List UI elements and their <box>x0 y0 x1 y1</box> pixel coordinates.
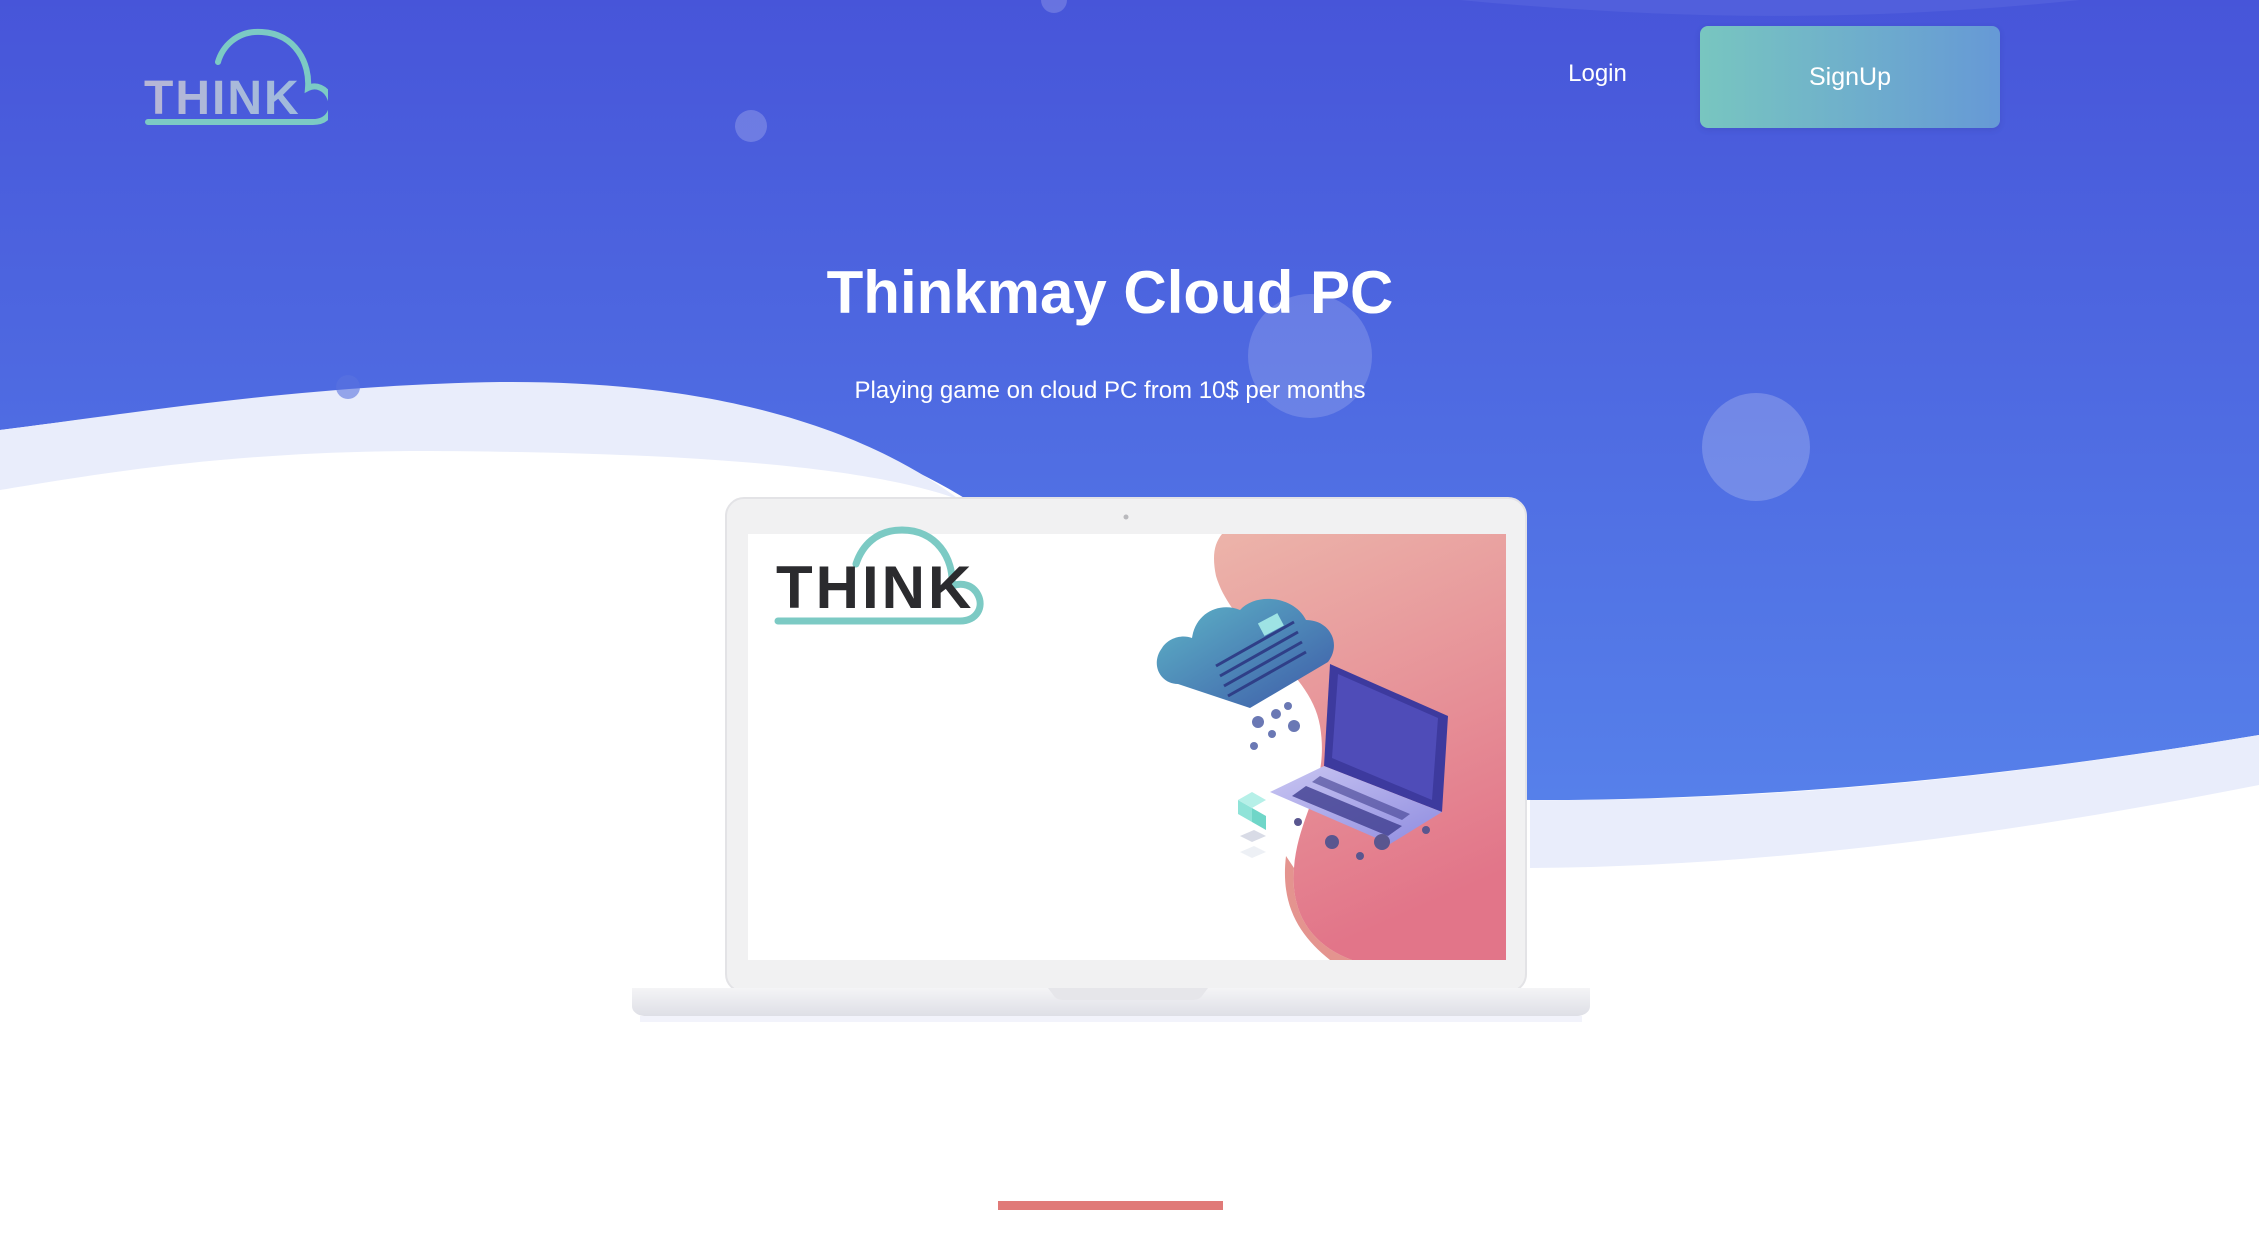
signup-button[interactable]: SignUp <box>1700 26 2000 128</box>
hero-title: Thinkmay Cloud PC <box>826 259 1394 326</box>
brand-logo[interactable]: THINK <box>138 26 328 126</box>
login-link[interactable]: Login <box>1540 56 1655 92</box>
laptop-mockup: THINK <box>632 497 1590 1022</box>
webcam-dot <box>1123 514 1129 520</box>
logo-wordmark: THINK <box>144 72 301 125</box>
screen-logo-wordmark: THINK <box>776 554 974 621</box>
hero-subtitle: Playing game on cloud PC from 10$ per mo… <box>854 377 1366 404</box>
bubble-decoration <box>735 110 767 142</box>
bubble-decoration <box>1702 393 1810 501</box>
landing-page: THINK Login SignUp Thinkmay Cloud PC Pla… <box>0 0 2259 1248</box>
section-divider <box>998 1201 1223 1210</box>
